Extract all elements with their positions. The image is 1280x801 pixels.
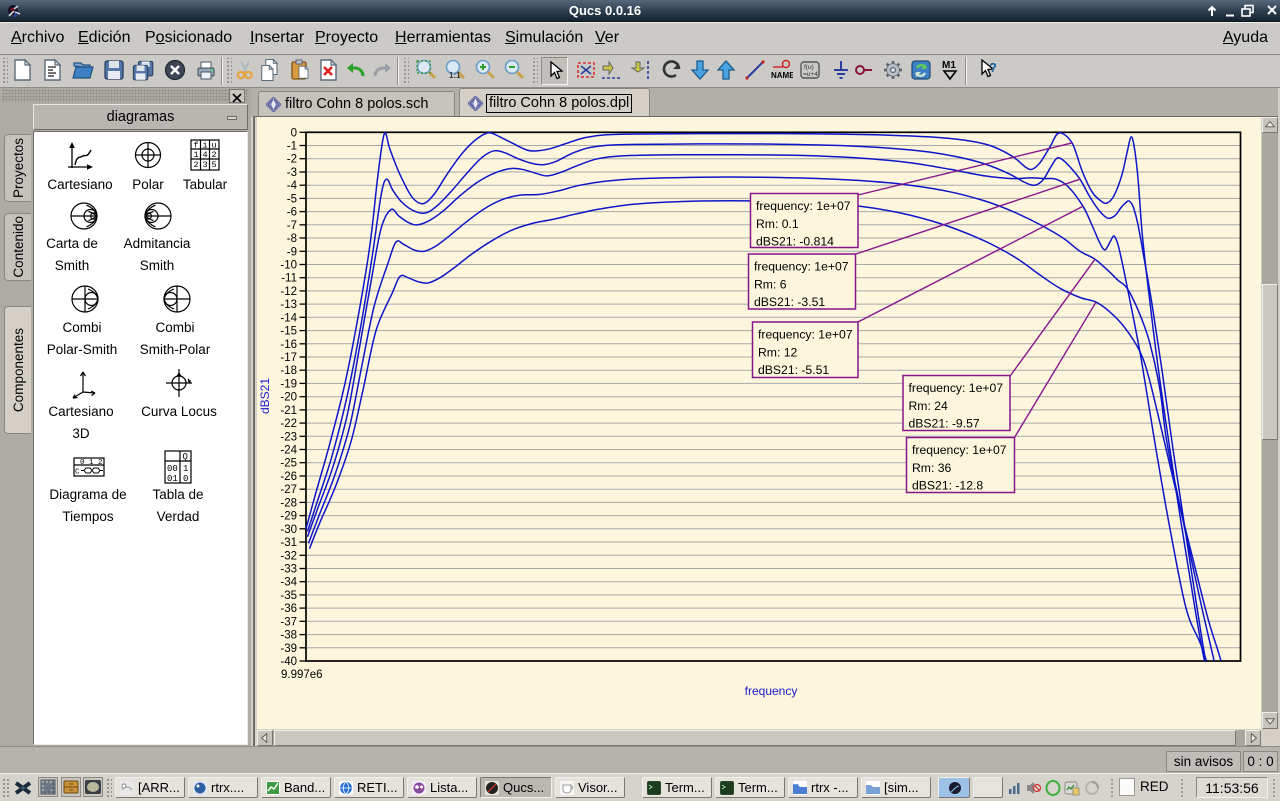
svg-text:-29: -29 [280,511,297,523]
svg-text:3: 3 [202,160,207,170]
svg-text:-28: -28 [280,497,297,509]
svg-text:dBS21: -5.51: dBS21: -5.51 [758,363,829,377]
svg-text:2: 2 [211,150,216,160]
svg-text:frequency: frequency [745,684,798,698]
svg-text:Rm: 24: Rm: 24 [909,399,949,413]
svg-text:0: 0 [291,127,297,139]
svg-text:-19: -19 [280,378,297,390]
svg-text:frequency: 1e+07: frequency: 1e+07 [754,260,849,274]
svg-text:-11: -11 [281,273,297,285]
svg-text:Rm: 36: Rm: 36 [912,461,952,475]
svg-text:-39: -39 [280,643,297,655]
svg-text:dBS21: -9.57: dBS21: -9.57 [909,417,980,431]
svg-text:Rm: 6: Rm: 6 [754,278,787,292]
svg-text:frequency: 1e+07: frequency: 1e+07 [909,381,1004,395]
svg-text:Q: Q [183,452,188,462]
svg-text:-18: -18 [280,365,297,377]
svg-text:-35: -35 [280,590,297,602]
svg-text:-24: -24 [280,445,297,457]
svg-text:-9: -9 [287,246,297,258]
svg-text:-31: -31 [280,537,297,549]
svg-text:5: 5 [211,160,216,170]
svg-text:-10: -10 [280,260,297,272]
svg-text:frequency: 1e+07: frequency: 1e+07 [912,443,1007,457]
svg-text:-6: -6 [287,207,297,219]
svg-text:-3: -3 [287,167,297,179]
svg-text:f(u): f(u) [804,64,814,71]
svg-text:-26: -26 [280,471,297,483]
svg-text:dBS21: dBS21 [258,378,272,414]
svg-text:-20: -20 [280,392,297,404]
svg-text:=u+4: =u+4 [803,71,818,78]
svg-text:01: 01 [167,474,178,484]
svg-text:NAME: NAME [771,71,793,80]
svg-text:frequency: 1e+07: frequency: 1e+07 [758,328,853,342]
svg-text:frequency: 1e+07: frequency: 1e+07 [756,199,851,213]
svg-text:-37: -37 [280,616,297,628]
svg-text:-7: -7 [287,220,297,232]
svg-text:-14: -14 [280,312,297,324]
svg-text:f: f [193,141,198,151]
svg-text:00: 00 [167,464,178,474]
svg-text:dBS21: -12.8: dBS21: -12.8 [912,479,983,493]
svg-text:-21: -21 [280,405,297,417]
svg-text:-8: -8 [287,233,297,245]
svg-text:?: ? [989,60,997,75]
svg-text:-22: -22 [280,418,297,430]
svg-text:4: 4 [202,150,207,160]
svg-text:9.997e6: 9.997e6 [281,669,323,681]
svg-text:0 1 2: 0 1 2 [80,459,103,467]
svg-text:-27: -27 [280,484,297,496]
svg-text:-13: -13 [280,299,297,311]
svg-text:u: u [211,141,216,151]
svg-text:-15: -15 [280,326,297,338]
svg-text:-12: -12 [280,286,297,298]
svg-text:dBS21: -0.814: dBS21: -0.814 [756,235,834,249]
svg-text:dBS21: -3.51: dBS21: -3.51 [754,295,825,309]
svg-text:-34: -34 [280,577,297,589]
svg-text:M1: M1 [942,60,956,71]
svg-text:1:1: 1:1 [449,71,461,80]
svg-text:-16: -16 [280,339,297,351]
svg-text:-30: -30 [280,524,297,536]
svg-text:0: 0 [183,474,188,484]
svg-text:-40: -40 [280,656,297,668]
svg-text:-33: -33 [280,564,297,576]
svg-text:-38: -38 [280,630,297,642]
svg-text:-36: -36 [280,603,297,615]
svg-text:-2: -2 [287,154,297,166]
svg-text:-23: -23 [280,431,297,443]
svg-text:-17: -17 [280,352,297,364]
svg-text:C: C [75,469,80,477]
svg-text:Rm: 0.1: Rm: 0.1 [756,217,799,231]
svg-text:Rm: 12: Rm: 12 [758,346,798,360]
svg-text:2: 2 [193,160,198,170]
svg-text:-32: -32 [280,550,297,562]
svg-text:-4: -4 [287,180,298,192]
svg-text:1: 1 [193,150,198,160]
svg-text:-5: -5 [287,193,297,205]
svg-text:-1: -1 [287,141,297,153]
svg-text:1: 1 [183,464,188,474]
svg-text:i: i [202,141,207,151]
svg-text:-25: -25 [280,458,297,470]
